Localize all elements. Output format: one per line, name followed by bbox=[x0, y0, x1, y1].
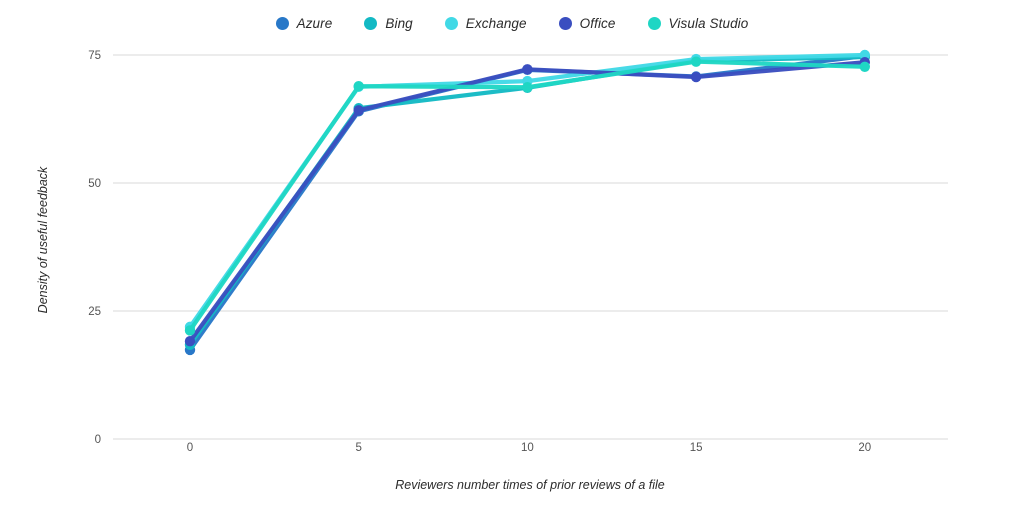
x-tick-label: 10 bbox=[521, 442, 534, 454]
data-series-group bbox=[184, 49, 870, 356]
data-series bbox=[184, 56, 870, 347]
data-point-marker[interactable] bbox=[353, 81, 364, 92]
x-tick-label: 0 bbox=[187, 442, 193, 454]
data-series bbox=[184, 51, 870, 350]
series-line bbox=[187, 52, 867, 329]
y-tick-label: 75 bbox=[88, 50, 101, 62]
x-tick-label: 5 bbox=[355, 442, 361, 454]
y-axis-ticks: 0 25 50 75 bbox=[88, 50, 101, 446]
data-point-marker[interactable] bbox=[522, 64, 533, 75]
gridlines bbox=[113, 54, 948, 440]
data-point-marker[interactable] bbox=[184, 336, 196, 347]
x-axis-ticks: 0 5 10 15 20 bbox=[187, 442, 871, 454]
y-tick-label: 50 bbox=[88, 178, 101, 190]
x-tick-label: 15 bbox=[690, 442, 703, 454]
data-point-marker[interactable] bbox=[859, 61, 870, 72]
series-line bbox=[187, 59, 867, 333]
data-series bbox=[184, 50, 870, 356]
data-point-marker[interactable] bbox=[522, 82, 533, 93]
series-line bbox=[187, 60, 867, 344]
x-axis-title: Reviewers number times of prior reviews … bbox=[395, 478, 665, 492]
y-tick-label: 25 bbox=[88, 306, 101, 318]
data-point-marker[interactable] bbox=[690, 56, 702, 67]
y-axis-title: Density of useful feedback bbox=[36, 166, 50, 313]
data-point-marker[interactable] bbox=[353, 105, 364, 116]
y-tick-label: 0 bbox=[95, 434, 101, 446]
plot-area: 0 25 50 75 0 5 10 15 20 Reviewers number times … bbox=[36, 49, 948, 492]
line-chart: Azure Bing Exchange Office Visula Studio 0 25… bbox=[0, 0, 1024, 512]
data-point-marker[interactable] bbox=[690, 71, 702, 83]
x-tick-label: 20 bbox=[858, 442, 871, 454]
data-series bbox=[184, 56, 870, 336]
data-point-marker[interactable] bbox=[184, 325, 196, 336]
